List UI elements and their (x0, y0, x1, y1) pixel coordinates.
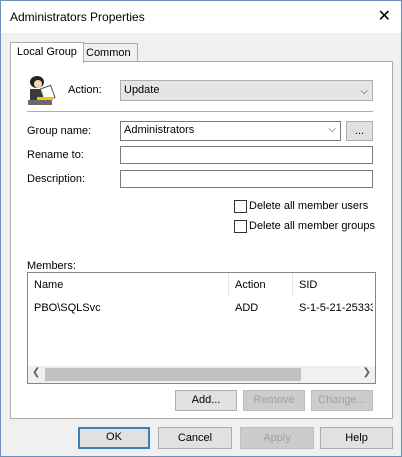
chevron-down-icon: ⌵ (328, 124, 336, 135)
cancel-button[interactable]: Cancel (158, 427, 232, 449)
divider (27, 111, 373, 112)
apply-button[interactable]: Apply (240, 427, 314, 449)
row-action: ADD (235, 302, 259, 314)
group-name-combo[interactable]: Administrators ⌵ (120, 121, 341, 141)
group-name-value: Administrators (124, 124, 195, 136)
scroll-left-icon[interactable]: ❮ (32, 367, 40, 378)
members-list[interactable]: Name Action SID PBO\SQLSvc ADD S-1-5-21-… (27, 272, 376, 384)
remove-member-button[interactable]: Remove (243, 390, 305, 411)
row-sid: S-1-5-21-25333 (299, 302, 373, 314)
user-group-icon (28, 76, 56, 105)
change-member-button[interactable]: Change... (311, 390, 373, 411)
window-title: Administrators Properties (10, 10, 145, 24)
action-label: Action: (68, 84, 102, 96)
horizontal-scrollbar[interactable]: ❮ ❯ (28, 366, 375, 383)
column-header-action[interactable]: Action (229, 273, 293, 297)
tab-local-group[interactable]: Local Group (10, 42, 84, 63)
group-name-label: Group name: (27, 125, 92, 137)
ok-button[interactable]: OK (78, 427, 150, 449)
close-icon[interactable]: ✕ (378, 6, 391, 26)
members-label: Members: (27, 260, 76, 272)
action-select-value: Update (124, 84, 160, 96)
column-header-sid[interactable]: SID (293, 273, 375, 297)
row-name: PBO\SQLSvc (34, 302, 101, 314)
action-select[interactable]: Update ⌵ (120, 80, 373, 101)
properties-window: Administrators Properties ✕ Local Group … (0, 0, 402, 457)
help-button[interactable]: Help (320, 427, 393, 449)
chevron-down-icon: ⌵ (360, 86, 368, 97)
delete-users-checkbox[interactable] (234, 200, 247, 213)
description-label: Description: (27, 173, 86, 185)
add-member-button[interactable]: Add... (175, 390, 237, 411)
tab-common[interactable]: Common (79, 43, 138, 63)
scroll-thumb[interactable] (45, 368, 301, 381)
delete-groups-label: Delete all member groups (249, 220, 375, 232)
delete-users-label: Delete all member users (249, 200, 369, 212)
column-header-name[interactable]: Name (28, 273, 229, 297)
rename-label: Rename to: (27, 149, 84, 161)
rename-input[interactable] (120, 146, 373, 164)
delete-groups-checkbox[interactable] (234, 220, 247, 233)
description-input[interactable] (120, 170, 373, 188)
title-bar: Administrators Properties ✕ (1, 1, 401, 33)
scroll-right-icon[interactable]: ❯ (363, 367, 371, 378)
browse-button[interactable]: ... (346, 121, 373, 141)
